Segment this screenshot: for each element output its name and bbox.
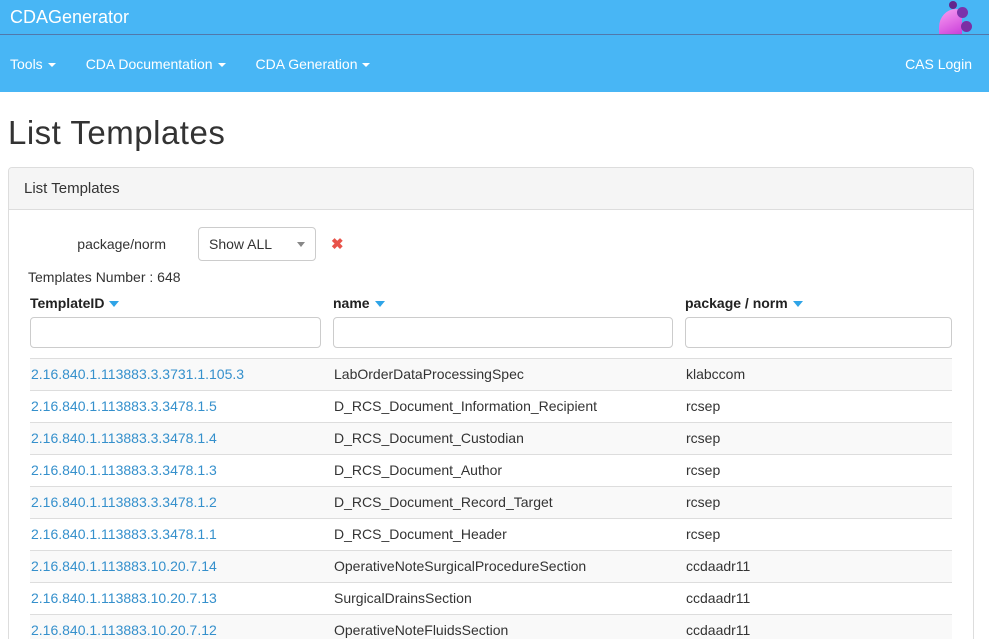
filter-input-package-norm[interactable]: [685, 317, 952, 348]
app-logo: [927, 0, 979, 34]
template-id-cell: 2.16.840.1.113883.10.20.7.12: [30, 615, 333, 639]
nav-item-tools[interactable]: Tools: [0, 56, 71, 72]
table-head: TemplateID name package / norm: [30, 293, 952, 359]
logo-dot-lower: [961, 21, 972, 32]
cas-login-link[interactable]: CAS Login: [903, 56, 974, 72]
package-norm-label: package/norm: [24, 236, 166, 252]
template-id-cell: 2.16.840.1.113883.10.20.7.13: [30, 583, 333, 615]
table-row: 2.16.840.1.113883.10.20.7.14 OperativeNo…: [30, 551, 952, 583]
nav-item-cda-generation[interactable]: CDA Generation: [241, 56, 386, 72]
template-id-link[interactable]: 2.16.840.1.113883.3.3478.1.1: [31, 526, 217, 542]
chevron-down-icon: [218, 63, 226, 67]
nav-item-cda-documentation-label: CDA Documentation: [86, 56, 213, 72]
template-id-link[interactable]: 2.16.840.1.113883.3.3478.1.4: [31, 430, 217, 446]
column-header-name[interactable]: name: [333, 295, 385, 311]
template-name-cell: LabOrderDataProcessingSpec: [333, 359, 685, 391]
nav-item-cda-generation-label: CDA Generation: [256, 56, 358, 72]
package-filter-row: package/norm Show ALL ✖: [24, 227, 958, 261]
template-id-link[interactable]: 2.16.840.1.113883.3.3478.1.2: [31, 494, 217, 510]
template-package-cell: ccdaadr11: [685, 551, 952, 583]
template-id-link[interactable]: 2.16.840.1.113883.3.3478.1.5: [31, 398, 217, 414]
template-name-cell: OperativeNoteSurgicalProcedureSection: [333, 551, 685, 583]
template-name-cell: D_RCS_Document_Information_Recipient: [333, 391, 685, 423]
filter-input-templateid[interactable]: [30, 317, 321, 348]
templates-count: Templates Number : 648: [28, 269, 958, 285]
template-id-cell: 2.16.840.1.113883.3.3731.1.105.3: [30, 359, 333, 391]
template-id-link[interactable]: 2.16.840.1.113883.3.3478.1.3: [31, 462, 217, 478]
panel-body: package/norm Show ALL ✖ Templates Number…: [9, 210, 973, 639]
template-name-cell: D_RCS_Document_Author: [333, 455, 685, 487]
template-name-cell: D_RCS_Document_Header: [333, 519, 685, 551]
package-norm-select[interactable]: Show ALL: [198, 227, 316, 261]
template-package-cell: klabccom: [685, 359, 952, 391]
template-id-cell: 2.16.840.1.113883.3.3478.1.4: [30, 423, 333, 455]
column-header-package-norm-label: package / norm: [685, 295, 788, 311]
logo-dot-medium: [957, 7, 968, 18]
navbar: CDAGenerator Tools CDA Documentation CDA…: [0, 0, 989, 92]
table-row: 2.16.840.1.113883.3.3478.1.4 D_RCS_Docum…: [30, 423, 952, 455]
navbar-brand-bar: CDAGenerator: [0, 0, 989, 35]
template-id-link[interactable]: 2.16.840.1.113883.10.20.7.13: [31, 590, 217, 606]
main-content: List Templates List Templates package/no…: [0, 114, 989, 639]
sort-caret-icon: [375, 301, 385, 307]
chevron-down-icon: [362, 63, 370, 67]
template-package-cell: rcsep: [685, 391, 952, 423]
table-row: 2.16.840.1.113883.3.3478.1.1 D_RCS_Docum…: [30, 519, 952, 551]
table-row: 2.16.840.1.113883.3.3478.1.2 D_RCS_Docum…: [30, 487, 952, 519]
template-id-cell: 2.16.840.1.113883.3.3478.1.3: [30, 455, 333, 487]
template-id-cell: 2.16.840.1.113883.3.3478.1.1: [30, 519, 333, 551]
template-id-link[interactable]: 2.16.840.1.113883.10.20.7.12: [31, 622, 217, 638]
brand-link[interactable]: CDAGenerator: [10, 0, 129, 34]
list-templates-panel: List Templates package/norm Show ALL ✖ T…: [8, 167, 974, 639]
table-row: 2.16.840.1.113883.10.20.7.12 OperativeNo…: [30, 615, 952, 639]
template-id-link[interactable]: 2.16.840.1.113883.10.20.7.14: [31, 558, 217, 574]
template-name-cell: D_RCS_Document_Custodian: [333, 423, 685, 455]
package-norm-select-value: Show ALL: [209, 236, 272, 252]
column-header-templateid[interactable]: TemplateID: [30, 295, 119, 311]
table-row: 2.16.840.1.113883.10.20.7.13 SurgicalDra…: [30, 583, 952, 615]
template-package-cell: ccdaadr11: [685, 583, 952, 615]
template-name-cell: OperativeNoteFluidsSection: [333, 615, 685, 639]
filter-input-name[interactable]: [333, 317, 673, 348]
template-name-cell: D_RCS_Document_Record_Target: [333, 487, 685, 519]
template-id-link[interactable]: 2.16.840.1.113883.3.3731.1.105.3: [31, 366, 244, 382]
templates-table: TemplateID name package / norm: [30, 293, 952, 639]
logo-dot-small: [949, 1, 957, 9]
page-title: List Templates: [8, 114, 974, 152]
template-package-cell: rcsep: [685, 519, 952, 551]
template-package-cell: rcsep: [685, 423, 952, 455]
template-name-cell: SurgicalDrainsSection: [333, 583, 685, 615]
nav-item-cda-documentation[interactable]: CDA Documentation: [71, 56, 241, 72]
table-row: 2.16.840.1.113883.3.3731.1.105.3 LabOrde…: [30, 359, 952, 391]
table-body: 2.16.840.1.113883.3.3731.1.105.3 LabOrde…: [30, 359, 952, 639]
table-row: 2.16.840.1.113883.3.3478.1.3 D_RCS_Docum…: [30, 455, 952, 487]
navbar-menu-bar: Tools CDA Documentation CDA Generation C…: [0, 35, 989, 92]
sort-caret-icon: [793, 301, 803, 307]
sort-caret-icon: [109, 301, 119, 307]
template-id-cell: 2.16.840.1.113883.10.20.7.14: [30, 551, 333, 583]
template-package-cell: ccdaadr11: [685, 615, 952, 639]
nav-item-tools-label: Tools: [10, 56, 43, 72]
template-package-cell: rcsep: [685, 455, 952, 487]
column-header-package-norm[interactable]: package / norm: [685, 295, 803, 311]
template-id-cell: 2.16.840.1.113883.3.3478.1.5: [30, 391, 333, 423]
chevron-down-icon: [297, 242, 305, 247]
nav-menu: Tools CDA Documentation CDA Generation: [0, 56, 385, 72]
template-id-cell: 2.16.840.1.113883.3.3478.1.2: [30, 487, 333, 519]
clear-filter-icon[interactable]: ✖: [331, 235, 344, 253]
template-package-cell: rcsep: [685, 487, 952, 519]
table-row: 2.16.840.1.113883.3.3478.1.5 D_RCS_Docum…: [30, 391, 952, 423]
panel-heading: List Templates: [9, 168, 973, 210]
chevron-down-icon: [48, 63, 56, 67]
column-header-templateid-label: TemplateID: [30, 295, 104, 311]
column-header-name-label: name: [333, 295, 370, 311]
